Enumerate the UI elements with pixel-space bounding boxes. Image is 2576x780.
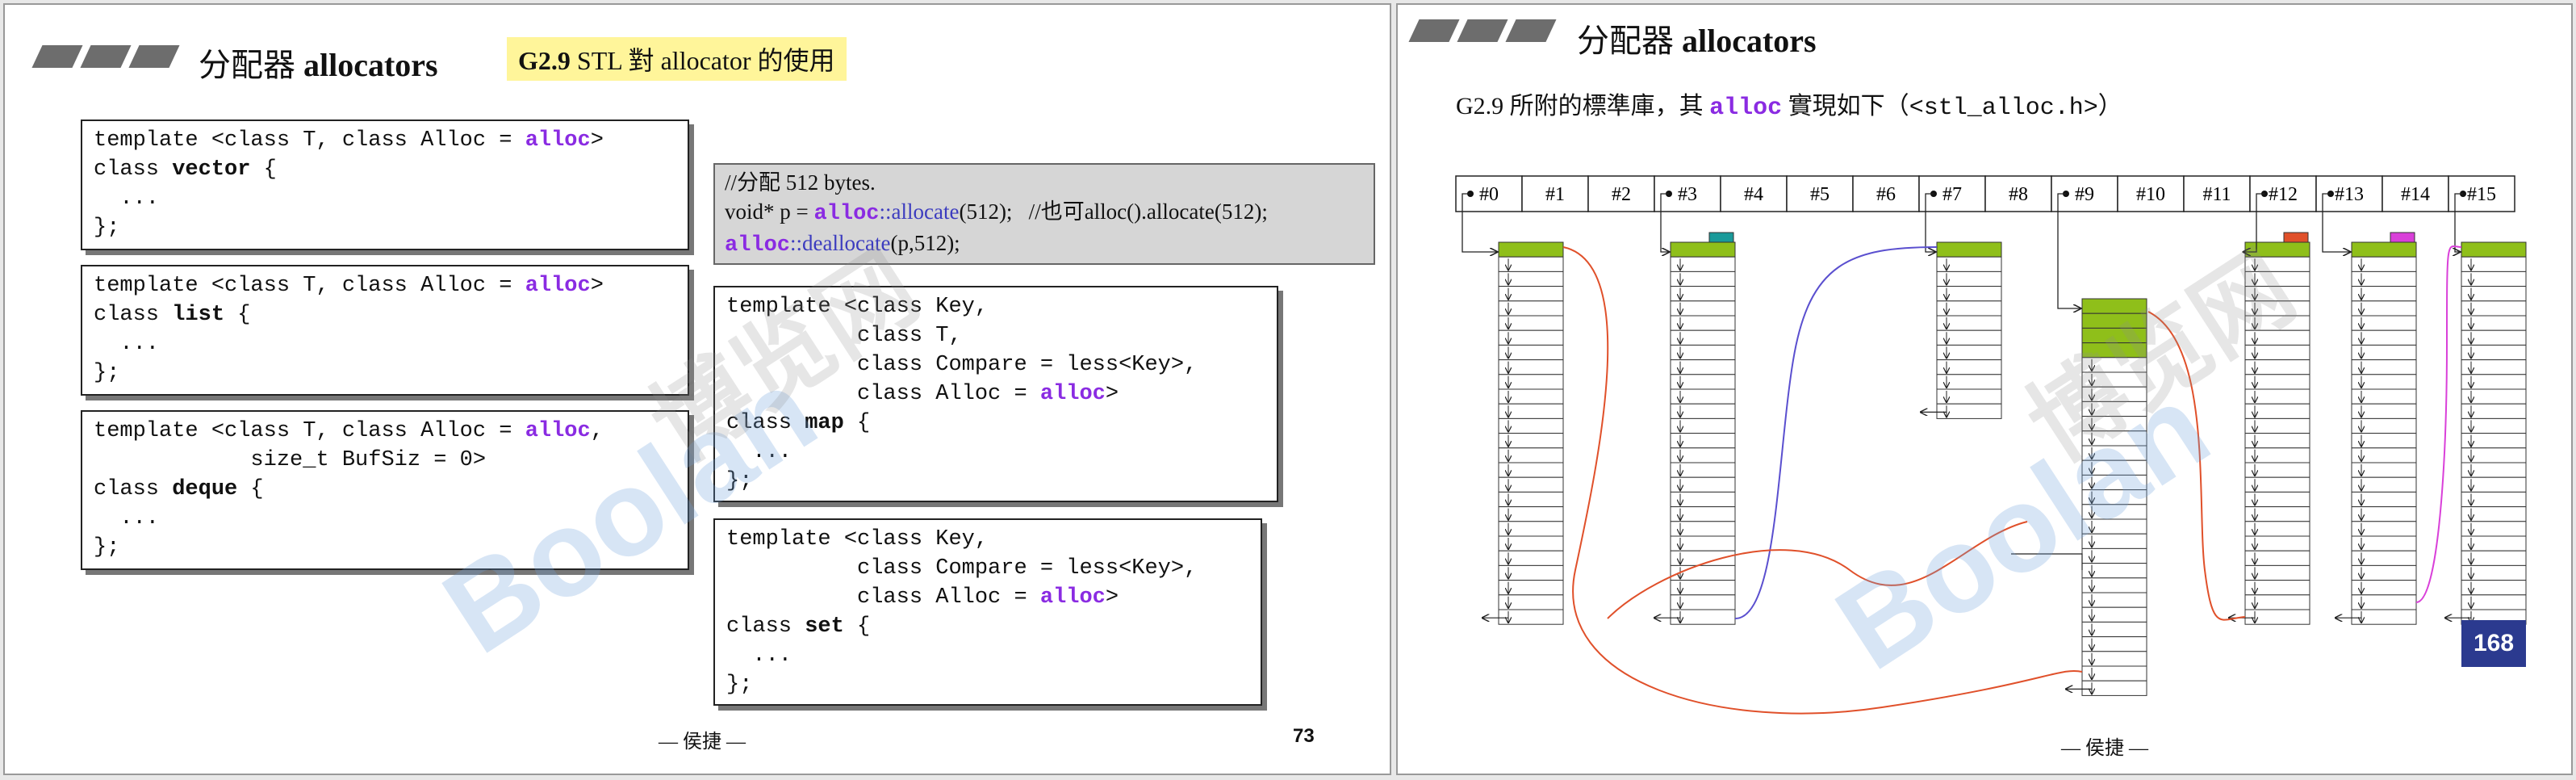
- memory-chunk: [1936, 241, 2002, 258]
- free-list-label: #1: [1545, 184, 1565, 205]
- memory-chunk: [2244, 241, 2310, 258]
- free-list-label: #14: [2401, 184, 2430, 205]
- slide-left: 分配器 allocators G2.9 STL 對 allocator 的使用 …: [3, 3, 1391, 775]
- map-code-box: template <class Key, class T, class Comp…: [713, 286, 1278, 502]
- free-list-label: #0: [1479, 184, 1499, 205]
- page-number: 73: [1293, 725, 1315, 747]
- free-list-diagram: #0 #1 #2 #3 #4 #5 #6 #7 #8 #9 #10 #11 #12 #13 #14 #15: [1455, 175, 2527, 715]
- free-list-label: #3: [1678, 184, 1697, 205]
- memory-chunk: [2081, 298, 2147, 314]
- title-en: allocators: [303, 47, 438, 83]
- footer-author: — 侯捷 —: [659, 732, 746, 753]
- memory-chunk: [2081, 327, 2147, 344]
- vector-code-box: template <class T, class Alloc = alloc> …: [81, 120, 689, 250]
- free-list-label: #11: [2202, 184, 2231, 205]
- pool-link-curve: [2147, 311, 2246, 621]
- slide-title: 分配器 allocators: [199, 39, 438, 86]
- title-zh: 分配器: [199, 47, 295, 83]
- slide-right: 分配器 allocators G2.9 所附的標準庫，其 alloc 實現如下（…: [1396, 3, 2573, 775]
- free-list-label: #2: [1612, 184, 1631, 205]
- title-decoration: [31, 45, 180, 68]
- pool-link-curve: [2415, 245, 2462, 603]
- pool-link-elbow: [2011, 553, 2083, 570]
- free-list-label: #12: [2269, 184, 2298, 205]
- free-list-label: #15: [2467, 184, 2496, 205]
- memory-chunk: [2461, 241, 2527, 258]
- footer-author: — 侯捷 —: [2061, 738, 2148, 759]
- version-tag: G2.9 STL 對 allocator 的使用: [507, 37, 847, 81]
- free-list-label: #10: [2136, 184, 2165, 205]
- allocate-note-box: //分配 512 bytes. void* p = alloc::allocat…: [713, 163, 1375, 265]
- page-badge: 168: [2461, 620, 2526, 667]
- tag-text: STL 對 allocator 的使用: [570, 46, 835, 75]
- pool-link-curve: [1562, 246, 2083, 715]
- tag-version: G2.9: [518, 46, 571, 75]
- memory-chunk: [1670, 241, 1736, 258]
- list-code-box: template <class T, class Alloc = alloc> …: [81, 265, 689, 396]
- free-list-label: #4: [1744, 184, 1763, 205]
- free-list-label: #7: [1942, 184, 1962, 205]
- memory-chunk: [2081, 312, 2147, 329]
- free-list-label: #13: [2335, 184, 2364, 205]
- chunk-cap: [2283, 232, 2309, 243]
- free-list-label: #6: [1876, 184, 1896, 205]
- set-code-box: template <class Key, class Compare = les…: [713, 518, 1262, 706]
- memory-chunk: [2081, 342, 2147, 359]
- free-list-label: #9: [2075, 184, 2094, 205]
- chunk-cap: [1708, 232, 1734, 243]
- free-list-label: #5: [1810, 184, 1830, 205]
- pool-link-curve: [1734, 246, 1938, 619]
- free-list-label: #8: [2009, 184, 2028, 205]
- memory-chunk: [2351, 241, 2417, 258]
- chunk-cap: [2390, 232, 2415, 243]
- memory-chunk: [1498, 241, 1564, 258]
- deque-code-box: template <class T, class Alloc = alloc, …: [81, 410, 689, 570]
